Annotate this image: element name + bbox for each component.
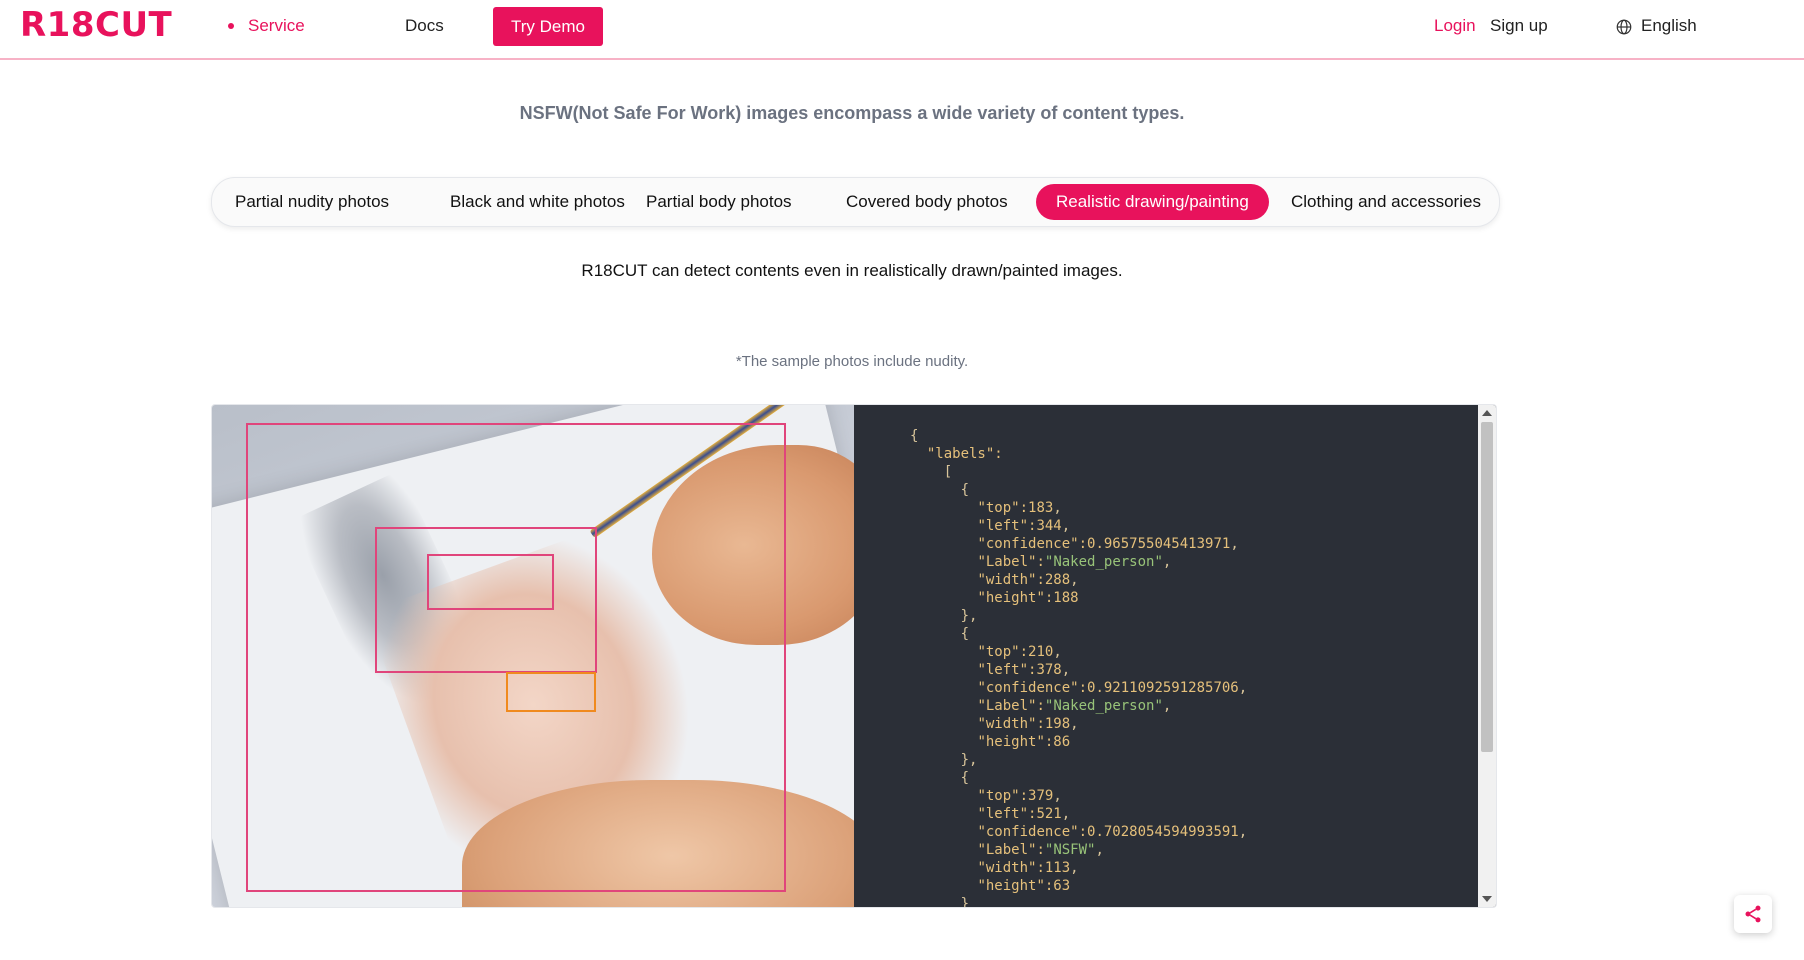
tab-partial-nudity[interactable]: Partial nudity photos <box>215 184 409 220</box>
try-demo-button[interactable]: Try Demo <box>493 7 603 46</box>
share-icon <box>1745 905 1761 923</box>
demo-panel: { "labels": [ { "top":183, "left":344, "… <box>211 404 1497 908</box>
scroll-up-icon[interactable] <box>1482 410 1492 416</box>
language-label: English <box>1641 16 1697 35</box>
globe-icon <box>1616 19 1632 35</box>
signup-link[interactable]: Sign up <box>1490 14 1548 38</box>
nudity-note: *The sample photos include nudity. <box>735 353 969 370</box>
json-output[interactable]: { "labels": [ { "top":183, "left":344, "… <box>854 405 1496 907</box>
scroll-thumb[interactable] <box>1481 422 1493 752</box>
nav-docs[interactable]: Docs <box>405 14 444 38</box>
json-code: { "labels": [ { "top":183, "left":344, "… <box>910 428 1248 907</box>
tab-clothing-accessories[interactable]: Clothing and accessories <box>1271 184 1501 220</box>
tab-partial-body[interactable]: Partial body photos <box>626 184 812 220</box>
tab-black-white[interactable]: Black and white photos <box>430 184 645 220</box>
detection-box <box>506 672 596 712</box>
top-nav: R18CUT Service Docs Try Demo Login Sign … <box>0 0 1804 60</box>
sample-image <box>212 405 854 907</box>
language-selector[interactable]: English <box>1615 14 1697 38</box>
logo[interactable]: R18CUT <box>20 5 172 45</box>
json-scrollbar[interactable] <box>1478 405 1496 907</box>
tab-description: R18CUT can detect contents even in reali… <box>581 261 1123 280</box>
intro-text: NSFW(Not Safe For Work) images encompass… <box>519 103 1185 123</box>
active-dot <box>228 23 234 29</box>
share-button[interactable] <box>1734 895 1772 933</box>
tab-covered-body[interactable]: Covered body photos <box>826 184 1028 220</box>
login-link[interactable]: Login <box>1434 14 1476 38</box>
detection-box <box>427 554 554 610</box>
scroll-down-icon[interactable] <box>1482 896 1492 902</box>
tab-realistic-drawing[interactable]: Realistic drawing/painting <box>1036 184 1269 220</box>
nav-service[interactable]: Service <box>228 14 305 38</box>
nav-service-label: Service <box>248 16 305 35</box>
category-tabs: Partial nudity photos Black and white ph… <box>211 177 1500 227</box>
